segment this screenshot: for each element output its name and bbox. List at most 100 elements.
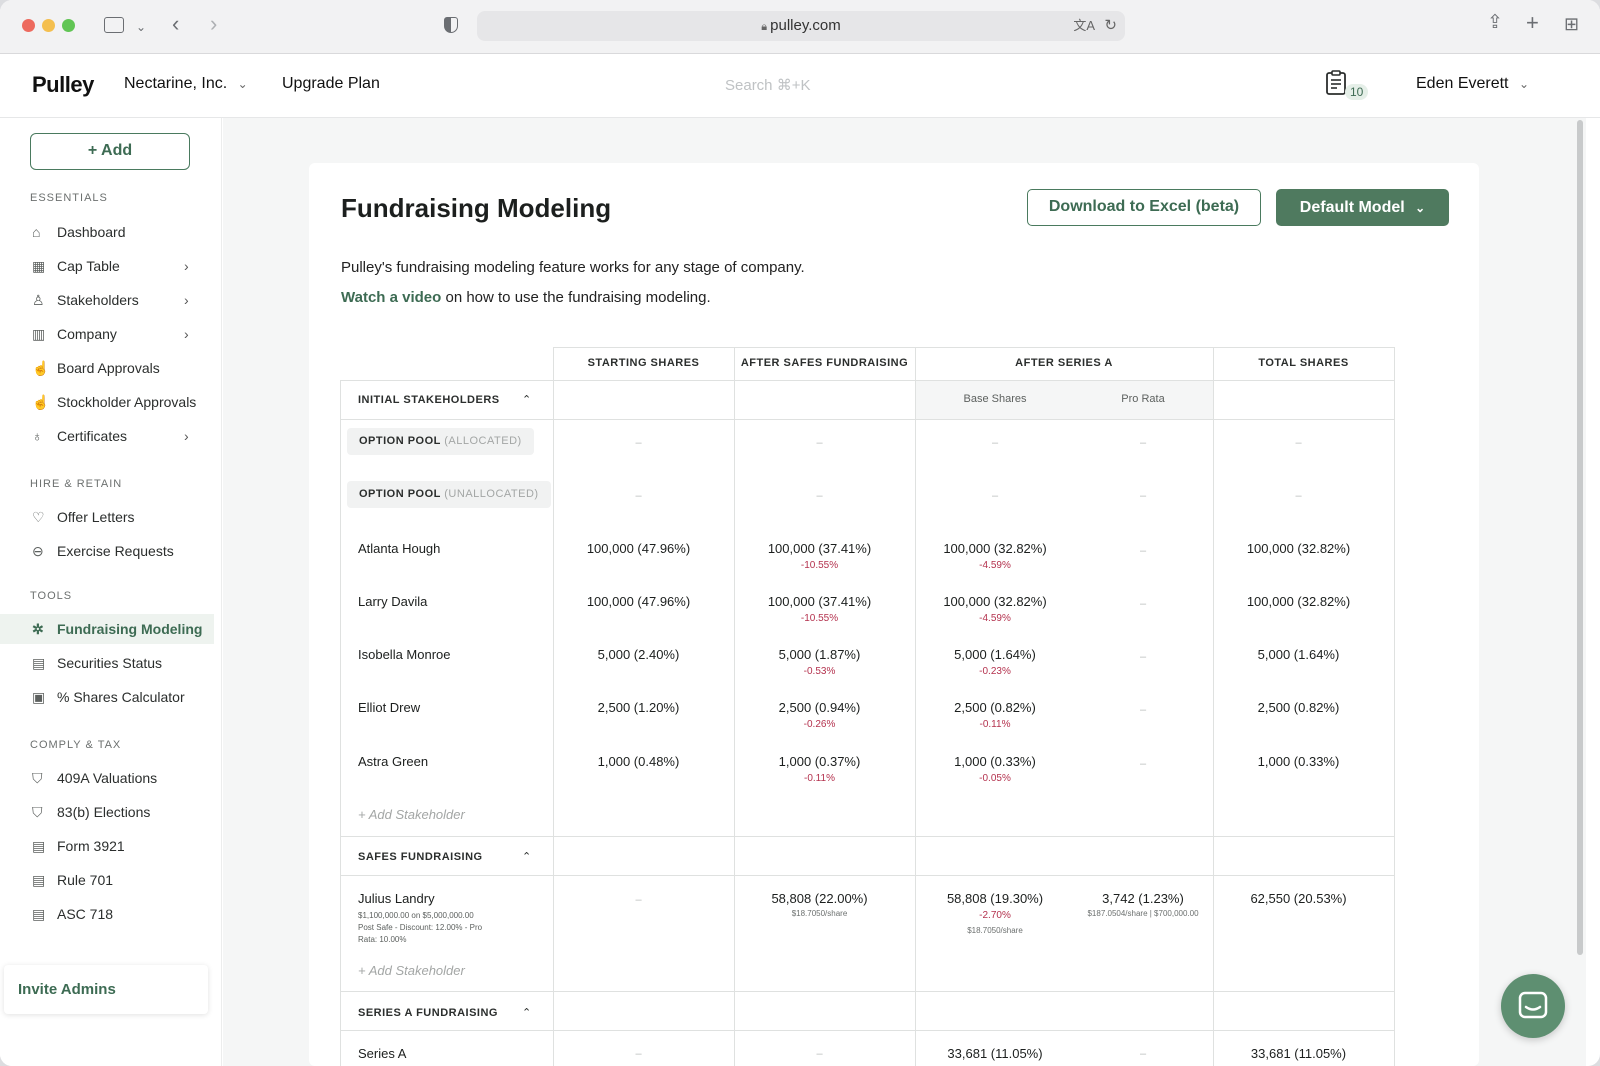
chevron-right-icon: › (184, 258, 189, 274)
sidebar-item-label: Board Approvals (57, 360, 160, 376)
notification-badge: 10 (1345, 84, 1369, 100)
sidebar-item-asc-718[interactable]: ▤ ASC 718 (0, 899, 214, 929)
video-hint-text: on how to use the fundraising modeling. (441, 289, 711, 306)
form-icon: ▤ (32, 906, 46, 922)
close-window-button[interactable] (22, 19, 35, 32)
shield-icon: ⛉ (32, 770, 43, 786)
search-input[interactable]: Search ⌘+K (725, 76, 810, 94)
calculator-icon: ▣ (32, 689, 46, 705)
sidebar-item-label: Fundraising Modeling (57, 621, 203, 637)
sidebar-item-securities-status[interactable]: ▤ Securities Status (0, 648, 214, 678)
pulley-logo[interactable]: Pulley (32, 72, 94, 98)
back-icon[interactable]: ‹ (172, 13, 179, 35)
users-icon: ♙ (32, 292, 45, 308)
upgrade-plan-link[interactable]: Upgrade Plan (282, 75, 380, 93)
chevron-down-icon[interactable]: ⌄ (136, 18, 146, 36)
tasks-button[interactable]: 10 (1325, 70, 1369, 100)
add-button[interactable]: + Add (30, 133, 190, 170)
document-icon: ▤ (32, 655, 46, 671)
url-text: pulley.com (770, 17, 841, 34)
maximize-window-button[interactable] (62, 19, 75, 32)
page-title: Fundraising Modeling (341, 193, 612, 223)
privacy-shield-icon[interactable] (444, 17, 458, 33)
sidebar-item-label: Dashboard (57, 224, 126, 240)
sidebar-item-label: Certificates (57, 428, 128, 444)
sparkle-icon: ✲ (32, 621, 44, 637)
sidebar-item-board-approvals[interactable]: ☝ Board Approvals (0, 353, 214, 383)
building-icon: ▥ (32, 326, 46, 342)
chevron-right-icon: › (184, 428, 189, 444)
invite-admins-button[interactable]: Invite Admins (4, 965, 208, 1014)
share-icon[interactable]: ⇪ (1487, 13, 1503, 32)
sidebar-item-company[interactable]: ▥ Company › (0, 319, 214, 349)
sidebar-item-label: % Shares Calculator (57, 689, 185, 705)
user-name: Eden Everett (1416, 75, 1509, 92)
video-hint: Watch a video on how to use the fundrais… (341, 289, 711, 306)
sidebar-item-stockholder-approvals[interactable]: ☝ Stockholder Approvals (0, 387, 214, 417)
chat-launcher-button[interactable] (1501, 974, 1565, 1038)
form-icon: ▤ (32, 872, 46, 888)
sidebar-item-83b-elections[interactable]: ⛉ 83(b) Elections (0, 797, 214, 827)
user-menu[interactable]: Eden Everett ⌄ (1416, 75, 1529, 93)
thumbs-up-icon: ☝ (32, 360, 50, 376)
chevron-down-icon: ⌄ (1415, 201, 1426, 215)
sidebar-item-label: Stakeholders (57, 292, 139, 308)
sidebar: + Add ESSENTIALS ⌂ Dashboard ▦ Cap Table › … (0, 118, 222, 1066)
new-tab-icon[interactable]: + (1526, 12, 1539, 34)
table-icon: ▦ (32, 258, 46, 274)
sidebar-item-rule-701[interactable]: ▤ Rule 701 (0, 865, 214, 895)
form-icon: ▤ (32, 838, 46, 854)
sidebar-item-label: 409A Valuations (57, 770, 158, 786)
sidebar-item-409a-valuations[interactable]: ⛉ 409A Valuations (0, 763, 214, 793)
sidebar-item-label: Cap Table (57, 258, 120, 274)
browser-toolbar: ⌄ ‹ › 🔒︎ pulley.com 文A ↻ ⇪ + ⊞ (0, 0, 1600, 54)
minimize-window-button[interactable] (42, 19, 55, 32)
section-comply-tax: COMPLY & TAX (30, 739, 122, 751)
sidebar-item-label: Exercise Requests (57, 543, 174, 559)
browser-window: ⌄ ‹ › 🔒︎ pulley.com 文A ↻ ⇪ + ⊞ Pulley Ne… (0, 0, 1600, 1066)
tab-overview-icon[interactable]: ⊞ (1564, 15, 1579, 33)
forward-icon[interactable]: › (210, 13, 217, 35)
translate-icon[interactable]: 文A (1073, 11, 1095, 41)
sidebar-item-label: Securities Status (57, 655, 163, 671)
page-description: Pulley's fundraising modeling feature wo… (341, 259, 805, 276)
award-icon: ♁ (32, 428, 43, 444)
app-header: Pulley Nectarine, Inc. ⌄ Upgrade Plan Se… (0, 54, 1600, 118)
page-scrollbar[interactable] (1574, 118, 1586, 1066)
address-bar[interactable]: 🔒︎ pulley.com 文A ↻ (477, 11, 1125, 41)
sidebar-item-certificates[interactable]: ♁ Certificates › (0, 421, 214, 451)
sidebar-item-label: Rule 701 (57, 872, 114, 888)
chevron-right-icon: › (184, 292, 189, 308)
sidebar-item-stakeholders[interactable]: ♙ Stakeholders › (0, 285, 214, 315)
sidebar-item-offer-letters[interactable]: ♡ Offer Letters (0, 502, 214, 532)
company-switcher[interactable]: Nectarine, Inc. ⌄ (124, 75, 248, 93)
lock-icon: 🔒︎ (761, 21, 771, 33)
scrollbar-thumb[interactable] (1577, 120, 1583, 955)
sidebar-item-cap-table[interactable]: ▦ Cap Table › (0, 251, 214, 281)
company-name: Nectarine, Inc. (124, 75, 228, 92)
sidebar-item-label: Stockholder Approvals (57, 394, 197, 410)
sidebar-item-form-3921[interactable]: ▤ Form 3921 (0, 831, 214, 861)
sidebar-item-label: 83(b) Elections (57, 804, 151, 820)
sidebar-item-label: Form 3921 (57, 838, 125, 854)
clipboard-icon (1326, 70, 1346, 95)
sidebar-item-exercise-requests[interactable]: ⊖ Exercise Requests (0, 536, 214, 566)
sidebar-item-fundraising-modeling[interactable]: ✲ Fundraising Modeling (0, 614, 214, 644)
shield-icon: ⛉ (32, 804, 43, 820)
watch-video-link[interactable]: Watch a video (341, 289, 441, 306)
coins-icon: ⊖ (32, 543, 44, 559)
sidebar-toggle-icon[interactable] (104, 17, 124, 33)
handshake-icon: ♡ (32, 509, 45, 525)
section-essentials: ESSENTIALS (30, 192, 108, 204)
default-model-dropdown[interactable]: Default Model ⌄ (1276, 189, 1449, 226)
reload-icon[interactable]: ↻ (1104, 11, 1117, 41)
sidebar-item-dashboard[interactable]: ⌂ Dashboard (0, 217, 214, 247)
sidebar-item-label: Company (57, 326, 117, 342)
thumbs-up-icon: ☝ (32, 394, 50, 410)
sidebar-item-shares-calculator[interactable]: ▣ % Shares Calculator (0, 682, 214, 712)
download-excel-button[interactable]: Download to Excel (beta) (1027, 189, 1261, 226)
sidebar-item-label: Offer Letters (57, 509, 135, 525)
model-label: Default Model (1299, 199, 1405, 216)
chevron-down-icon: ⌄ (237, 77, 248, 91)
section-tools: TOOLS (30, 590, 73, 602)
